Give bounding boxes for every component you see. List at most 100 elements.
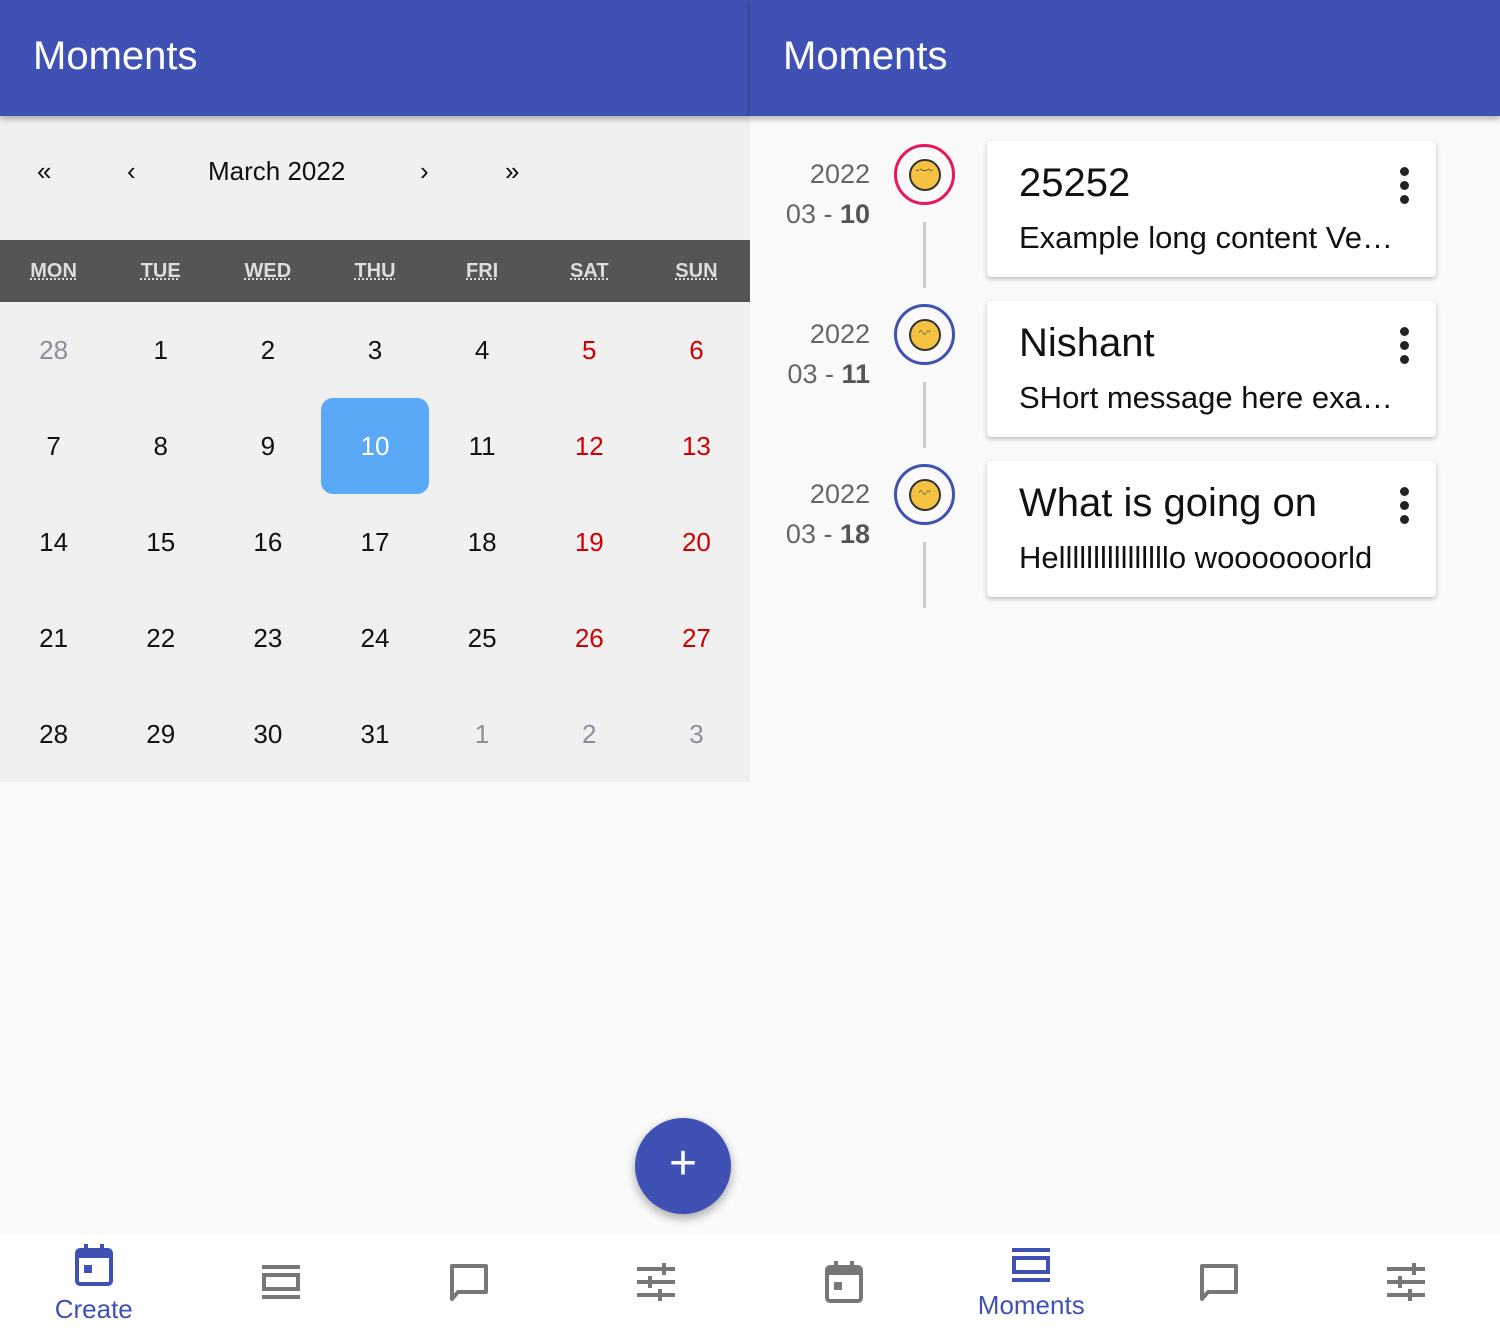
moment-title: Nishant <box>1019 321 1155 365</box>
view-list-icon <box>261 1264 301 1305</box>
nav-tab-view-list[interactable] <box>188 1234 376 1334</box>
more-vert-icon[interactable] <box>1400 487 1410 529</box>
calendar-day[interactable]: 24 <box>321 590 428 686</box>
calendar-day[interactable]: 5 <box>536 302 643 398</box>
calendar-navigation: « ‹ March 2022 › » <box>0 116 750 240</box>
calendar-day[interactable]: 2 <box>536 686 643 782</box>
next-year-button[interactable]: » <box>505 156 519 187</box>
nav-tab-view-list[interactable]: Moments <box>938 1234 1126 1334</box>
entry-month-day: 03 - 10 <box>786 194 870 234</box>
calendar-day[interactable]: 22 <box>107 590 214 686</box>
bottom-nav-left: Create <box>0 1234 750 1334</box>
calendar-day[interactable]: 4 <box>429 302 536 398</box>
entry-month-day: 03 - 18 <box>786 514 870 554</box>
nav-tab-tune[interactable] <box>563 1234 751 1334</box>
calendar-day[interactable]: 29 <box>107 686 214 782</box>
mood-grin-icon: ᵔᵕᵔ <box>908 478 941 511</box>
entry-date: 2022 03 - 11 <box>787 314 870 394</box>
entry-year: 2022 <box>809 159 870 189</box>
tune-icon <box>1386 1262 1426 1306</box>
entry-month: 03 - <box>787 359 842 389</box>
nav-tab-calendar[interactable]: Create <box>0 1234 188 1334</box>
calendar-day[interactable]: 2 <box>214 302 321 398</box>
entry-date: 2022 03 - 18 <box>786 474 870 554</box>
calendar-day[interactable]: 12 <box>536 398 643 494</box>
moment-card[interactable]: 25252 Example long content Very long cont… <box>987 141 1436 277</box>
prev-month-button[interactable]: ‹ <box>127 156 136 187</box>
calendar-day[interactable]: 6 <box>643 302 750 398</box>
calendar-day[interactable]: 8 <box>107 398 214 494</box>
more-vert-icon[interactable] <box>1400 167 1410 209</box>
calendar-day[interactable]: 3 <box>643 686 750 782</box>
nav-tab-chat[interactable] <box>1125 1234 1313 1334</box>
timeline-connector <box>923 222 926 288</box>
add-moment-button[interactable]: + <box>635 1118 731 1214</box>
weekday-label: THU <box>354 260 396 282</box>
timeline-entry: 2022 03 - 10 ˘︶˘ 25252 Example long content … <box>750 140 1500 300</box>
calendar-day[interactable]: 21 <box>0 590 107 686</box>
calendar-day[interactable]: 16 <box>214 494 321 590</box>
entry-year: 2022 <box>809 479 870 509</box>
calendar-day[interactable]: 17 <box>321 494 428 590</box>
month-label[interactable]: March 2022 <box>208 156 345 187</box>
entry-day: 11 <box>841 359 870 389</box>
calendar-day[interactable]: 28 <box>0 302 107 398</box>
calendar-day[interactable]: 18 <box>429 494 536 590</box>
more-vert-icon[interactable] <box>1400 327 1410 369</box>
mood-indicator: ᵔᵕᵔ <box>894 464 955 525</box>
moment-body: Hellllllllllllllllo wooooooorld <box>1019 540 1373 575</box>
calendar-day[interactable]: 13 <box>643 398 750 494</box>
mood-indicator: ˘︶˘ <box>894 144 955 205</box>
calendar-day-selected[interactable]: 10 <box>321 398 429 494</box>
nav-tab-chat[interactable] <box>375 1234 563 1334</box>
calendar-day[interactable]: 1 <box>107 302 214 398</box>
entry-date: 2022 03 - 10 <box>786 154 870 234</box>
calendar-day[interactable]: 1 <box>429 686 536 782</box>
calendar-day[interactable]: 26 <box>536 590 643 686</box>
calendar-day[interactable]: 3 <box>321 302 428 398</box>
weekday-label: MON <box>30 260 77 282</box>
nav-tab-label: Moments <box>977 1290 1085 1320</box>
timeline-connector <box>923 542 926 608</box>
nav-tab-label: Create <box>54 1294 133 1324</box>
entry-month-day: 03 - 11 <box>787 354 870 394</box>
calendar-day[interactable]: 20 <box>643 494 750 590</box>
weekday-label: FRI <box>466 260 499 282</box>
calendar-day[interactable]: 7 <box>0 398 107 494</box>
calendar-day[interactable]: 14 <box>0 494 107 590</box>
weekday-header: MON TUE WED THU FRI SAT SUN <box>0 240 750 302</box>
weekday-label: TUE <box>140 260 181 282</box>
calendar-icon <box>824 1260 864 1309</box>
timeline-entry: 2022 03 - 11 ᵔᵕᵔ Nishant SHort message here … <box>750 300 1500 460</box>
weekday-label: WED <box>244 260 292 282</box>
moment-card[interactable]: Nishant SHort message here example <box>987 301 1436 437</box>
calendar-day[interactable]: 30 <box>214 686 321 782</box>
calendar-day[interactable]: 9 <box>214 398 321 494</box>
calendar-day[interactable]: 19 <box>536 494 643 590</box>
entry-month: 03 - <box>785 519 840 549</box>
calendar-icon <box>74 1243 114 1292</box>
prev-year-button[interactable]: « <box>37 156 51 187</box>
moment-card[interactable]: What is going on Hellllllllllllllllo wooo… <box>987 461 1436 597</box>
moment-body: SHort message here example <box>1019 380 1399 415</box>
weekday-label: SAT <box>570 260 609 282</box>
nav-tab-tune[interactable] <box>1313 1234 1500 1334</box>
calendar-day[interactable]: 27 <box>643 590 750 686</box>
calendar-days: 28 1 2 3 4 5 6 7 8 9 10 11 12 13 14 15 16 17 18 19 20 21 22 23 2… <box>0 302 750 782</box>
app-bar-left: Moments <box>0 0 750 116</box>
mood-indicator: ᵔᵕᵔ <box>894 304 955 365</box>
calendar-day[interactable]: 15 <box>107 494 214 590</box>
tune-icon <box>636 1262 676 1306</box>
calendar-day[interactable]: 25 <box>429 590 536 686</box>
calendar-day[interactable]: 23 <box>214 590 321 686</box>
moment-body: Example long content Very long content h… <box>1019 220 1399 255</box>
nav-tab-calendar[interactable] <box>750 1234 938 1334</box>
moment-title: 25252 <box>1019 161 1131 205</box>
timeline-connector <box>923 382 926 448</box>
next-month-button[interactable]: › <box>420 156 429 187</box>
timeline-entry: 2022 03 - 18 ᵔᵕᵔ What is going on Hellllllll… <box>750 460 1500 620</box>
chat-icon <box>448 1262 490 1307</box>
calendar-day[interactable]: 11 <box>429 398 536 494</box>
calendar-day[interactable]: 28 <box>0 686 107 782</box>
calendar-day[interactable]: 31 <box>321 686 428 782</box>
